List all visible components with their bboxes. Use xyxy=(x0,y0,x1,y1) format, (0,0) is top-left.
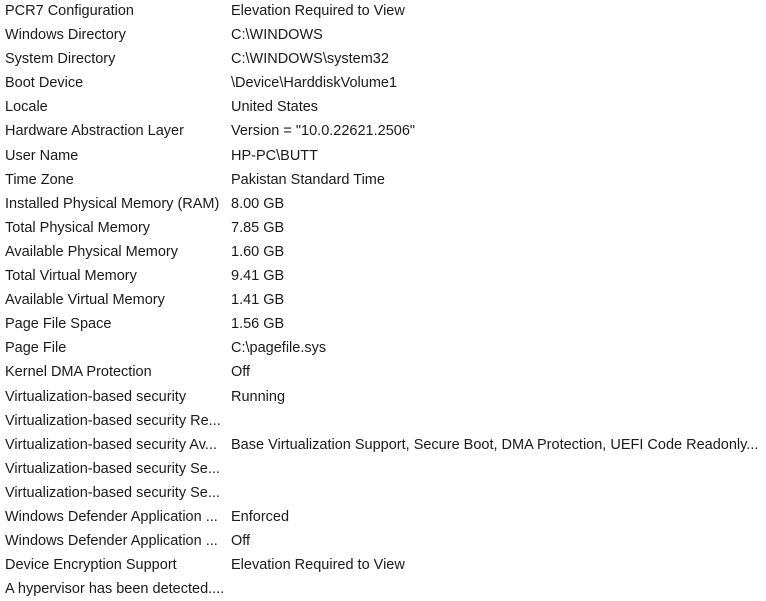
item-value: Base Virtualization Support, Secure Boot… xyxy=(231,436,759,453)
item-value xyxy=(231,481,766,505)
item-name: Kernel DMA Protection xyxy=(5,364,152,381)
list-item[interactable]: Virtualization-based security Se... xyxy=(0,481,766,505)
item-value: 9.41 GB xyxy=(231,268,285,285)
list-item[interactable]: Virtualization-based security Se... xyxy=(0,457,766,481)
item-value: Elevation Required to View xyxy=(231,3,405,19)
list-item[interactable]: Available Physical Memory 1.60 GB xyxy=(0,240,766,264)
item-name: Available Physical Memory xyxy=(5,243,178,260)
list-item[interactable]: Total Physical Memory 7.85 GB xyxy=(0,216,766,240)
item-value: 1.41 GB xyxy=(231,292,285,309)
item-value: Running xyxy=(231,388,286,405)
item-name: Total Virtual Memory xyxy=(5,268,137,285)
item-value xyxy=(231,577,766,601)
list-item[interactable]: Locale United States xyxy=(0,95,766,119)
item-name: User Name xyxy=(5,147,79,164)
list-item[interactable]: Windows Directory C:\WINDOWS xyxy=(0,23,766,47)
item-value xyxy=(231,457,766,481)
list-item[interactable]: Page File C:\pagefile.sys xyxy=(0,336,766,360)
item-name: A hypervisor has been detected.... xyxy=(5,581,225,598)
item-name: Installed Physical Memory (RAM) xyxy=(5,195,220,212)
item-name: Time Zone xyxy=(5,171,74,188)
item-name: Page File Space xyxy=(5,316,112,333)
list-item[interactable]: Virtualization-based security Re... xyxy=(0,409,766,433)
list-item[interactable]: A hypervisor has been detected.... xyxy=(0,577,766,601)
item-value xyxy=(231,409,766,433)
item-name: Virtualization-based security xyxy=(5,388,187,405)
item-name: Virtualization-based security Se... xyxy=(5,460,220,477)
item-name: Boot Device xyxy=(5,75,84,92)
list-item[interactable]: Windows Defender Application ... Off xyxy=(0,529,766,553)
item-name: Locale xyxy=(5,99,48,116)
item-name: Available Virtual Memory xyxy=(5,292,165,309)
item-value: C:\WINDOWS\system32 xyxy=(231,51,389,68)
item-value: Off xyxy=(231,364,251,381)
item-name: Virtualization-based security Se... xyxy=(5,484,220,501)
list-item[interactable]: Installed Physical Memory (RAM) 8.00 GB xyxy=(0,192,766,216)
item-value: C:\pagefile.sys xyxy=(231,340,327,357)
item-value: Version = "10.0.22621.2506" xyxy=(231,123,416,140)
item-name: Page File xyxy=(5,340,67,357)
list-item[interactable]: Virtualization-based security Running xyxy=(0,385,766,409)
list-item[interactable]: Available Virtual Memory 1.41 GB xyxy=(0,288,766,312)
item-value: Enforced xyxy=(231,508,290,525)
item-name: Windows Defender Application ... xyxy=(5,533,218,550)
item-name: System Directory xyxy=(5,51,116,68)
list-item[interactable]: System Directory C:\WINDOWS\system32 xyxy=(0,47,766,71)
item-name: Hardware Abstraction Layer xyxy=(5,123,184,140)
list-item[interactable]: User Name HP-PC\BUTT xyxy=(0,144,766,168)
item-value: 1.56 GB xyxy=(231,316,285,333)
list-item[interactable]: Virtualization-based security Av... Base … xyxy=(0,433,766,457)
item-value: Elevation Required to View xyxy=(231,557,405,574)
item-name: Virtualization-based security Re... xyxy=(5,412,221,429)
item-name: Windows Directory xyxy=(5,27,126,44)
item-name: Device Encryption Support xyxy=(5,557,177,574)
item-value: 7.85 GB xyxy=(231,219,285,236)
item-value: 1.60 GB xyxy=(231,243,285,260)
list-item[interactable]: Time Zone Pakistan Standard Time xyxy=(0,168,766,192)
list-item[interactable]: Hardware Abstraction Layer Version = "10.… xyxy=(0,119,766,143)
item-value: HP-PC\BUTT xyxy=(231,147,318,164)
item-value: C:\WINDOWS xyxy=(231,27,323,44)
list-item[interactable]: Device Encryption Support Elevation Requi… xyxy=(0,553,766,577)
list-item[interactable]: Boot Device \Device\HarddiskVolume1 xyxy=(0,71,766,95)
list-item[interactable]: PCR7 Configuration Elevation Required to … xyxy=(0,0,766,23)
list-item[interactable]: Kernel DMA Protection Off xyxy=(0,360,766,384)
list-item[interactable]: Windows Defender Application ... Enforced xyxy=(0,505,766,529)
item-value: Off xyxy=(231,533,251,550)
item-name: Total Physical Memory xyxy=(5,219,151,236)
system-summary-list: PCR7 Configuration Elevation Required to … xyxy=(0,0,766,601)
item-name: Virtualization-based security Av... xyxy=(5,436,217,453)
item-value: 8.00 GB xyxy=(231,195,285,212)
item-value: United States xyxy=(231,99,319,116)
item-value: Pakistan Standard Time xyxy=(231,171,385,188)
item-name: Windows Defender Application ... xyxy=(5,508,218,525)
list-item[interactable]: Page File Space 1.56 GB xyxy=(0,312,766,336)
list-item[interactable]: Total Virtual Memory 9.41 GB xyxy=(0,264,766,288)
item-value: \Device\HarddiskVolume1 xyxy=(231,75,398,92)
item-name: PCR7 Configuration xyxy=(5,3,134,19)
